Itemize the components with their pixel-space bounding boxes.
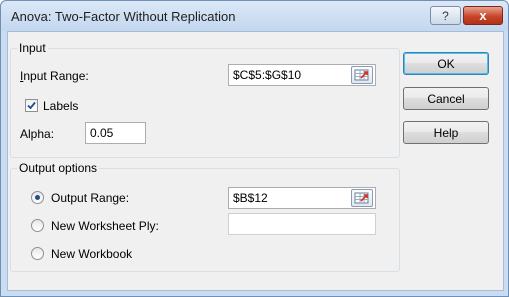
new-worksheet-field[interactable] (228, 213, 376, 235)
alpha-field[interactable]: 0.05 (85, 122, 146, 144)
new-workbook-radio[interactable] (31, 247, 44, 260)
labels-label-text: Labels (43, 99, 79, 113)
ok-button[interactable]: OK (403, 52, 489, 75)
input-range-label: Input Range: (20, 69, 89, 83)
alpha-label: Alpha: (20, 127, 54, 141)
labels-label: Labels (43, 99, 78, 113)
input-range-value: $C$5:$G$10 (233, 68, 302, 82)
help-button-label: Help (433, 125, 459, 140)
new-workbook-label: New Workbook (51, 247, 132, 261)
new-worksheet-label-text: New Worksheet Ply: (51, 219, 159, 233)
dialog-window: Anova: Two-Factor Without Replication ? … (0, 0, 509, 297)
output-group-legend: Output options (17, 161, 100, 175)
output-range-label-text: Output Range: (51, 191, 130, 205)
output-range-radio[interactable] (31, 191, 44, 204)
range-selector-icon (354, 192, 369, 204)
output-range-label: Output Range: (51, 191, 129, 205)
help-title-button[interactable]: ? (430, 6, 461, 25)
output-range-selector-button[interactable] (351, 189, 373, 207)
ok-button-label: OK (437, 56, 455, 71)
checkmark-icon (27, 101, 36, 110)
input-range-label-text: nput Range: (23, 69, 89, 83)
question-icon: ? (442, 8, 449, 23)
range-selector-icon (354, 69, 369, 81)
cancel-button[interactable]: Cancel (403, 87, 489, 110)
close-button[interactable]: x (463, 6, 503, 25)
input-range-selector-button[interactable] (351, 66, 373, 84)
alpha-label-text: Alpha: (20, 127, 55, 141)
cancel-button-label: Cancel (427, 91, 465, 106)
new-workbook-label-text: New Workbook (51, 247, 133, 261)
output-range-value: $B$12 (233, 191, 268, 205)
close-icon: x (479, 8, 487, 23)
help-button[interactable]: Help (403, 121, 489, 144)
new-worksheet-label: New Worksheet Ply: (51, 219, 159, 233)
dialog-body: Input Input Range: $C$5:$G$10 Labels Alp… (7, 31, 504, 291)
title-bar[interactable]: Anova: Two-Factor Without Replication ? … (1, 1, 508, 31)
labels-checkbox[interactable] (25, 99, 38, 112)
new-worksheet-radio[interactable] (31, 219, 44, 232)
input-group-legend: Input (17, 41, 48, 55)
dialog-title: Anova: Two-Factor Without Replication (11, 9, 236, 24)
alpha-value: 0.05 (90, 126, 114, 140)
